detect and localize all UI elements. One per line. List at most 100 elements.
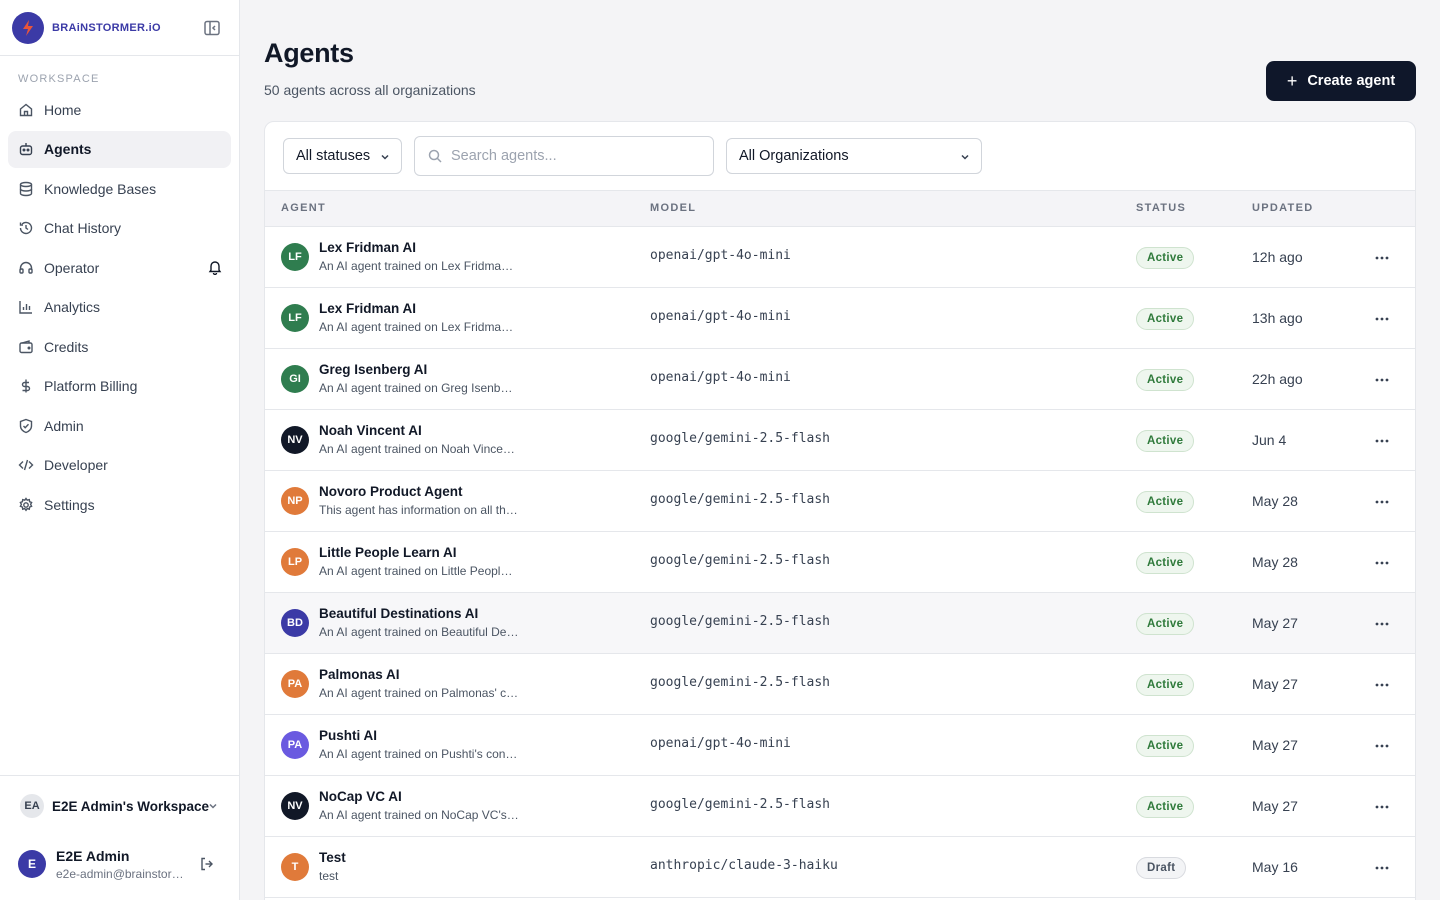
table-row[interactable]: NV NoCap VC AI An AI agent trained on NoCa… — [265, 776, 1415, 837]
shield-icon — [19, 418, 33, 433]
sidebar-footer: EA E2E Admin's Workspace E E2E Admin e2e… — [0, 775, 239, 900]
more-actions-icon[interactable] — [1373, 493, 1391, 511]
agent-name[interactable]: NoCap VC AI — [319, 789, 402, 804]
table-row[interactable]: T Test test anthropic/claude-3-haiku Draft Ma… — [265, 837, 1415, 898]
agent-name[interactable]: Test — [319, 850, 346, 865]
table-row[interactable]: NV Noah Vincent AI An AI agent trained on … — [265, 410, 1415, 471]
more-actions-icon[interactable] — [1373, 676, 1391, 694]
table-row[interactable]: BD Beautiful Destinations AI An AI agent t… — [265, 593, 1415, 654]
sidebar-item-analytics[interactable]: Analytics — [8, 289, 231, 326]
more-actions-icon[interactable] — [1373, 798, 1391, 816]
brand-logo-icon[interactable] — [12, 11, 44, 44]
agent-model: openai/gpt-4o-mini — [650, 370, 791, 385]
sidebar-item-admin[interactable]: Admin — [8, 407, 231, 444]
bell-icon[interactable] — [207, 259, 223, 275]
status-badge: Active — [1136, 247, 1195, 269]
sidebar-item-chat-history[interactable]: Chat History — [8, 210, 231, 247]
agent-description: An AI agent trained on Beautiful Destina… — [319, 625, 519, 639]
agent-model: google/gemini-2.5-flash — [650, 553, 831, 568]
agent-description: An AI agent trained on Greg Isenberg's c… — [319, 381, 519, 395]
brand-name: BRAiNSTORMER.iO — [52, 21, 161, 34]
more-actions-icon[interactable] — [1373, 737, 1391, 755]
database-icon — [19, 181, 33, 196]
collapse-sidebar-icon[interactable] — [203, 19, 221, 37]
sidebar-item-platform-billing[interactable]: Platform Billing — [8, 368, 231, 405]
sidebar-item-operator[interactable]: Operator — [8, 249, 231, 286]
table-header: AGENT MODEL STATUS UPDATED — [265, 191, 1415, 227]
sidebar-nav: Home Agents Knowledge Bases Chat History… — [0, 91, 239, 523]
sidebar-item-label: Agents — [44, 141, 92, 157]
history-icon — [19, 221, 33, 235]
agent-updated: May 27 — [1252, 676, 1298, 692]
agent-name[interactable]: Beautiful Destinations AI — [319, 606, 478, 621]
sidebar-item-home[interactable]: Home — [8, 91, 231, 128]
more-actions-icon[interactable] — [1373, 859, 1391, 877]
agent-model: google/gemini-2.5-flash — [650, 614, 831, 629]
status-badge: Active — [1136, 430, 1195, 452]
agent-name[interactable]: Lex Fridman AI — [319, 301, 416, 316]
avatar[interactable]: E — [18, 850, 46, 878]
column-header-updated[interactable]: UPDATED — [1252, 202, 1313, 214]
column-header-status[interactable]: STATUS — [1136, 202, 1186, 214]
column-header-agent[interactable]: AGENT — [281, 202, 326, 214]
sidebar-item-developer[interactable]: Developer — [8, 447, 231, 484]
sidebar-item-credits[interactable]: Credits — [8, 328, 231, 365]
column-header-model[interactable]: MODEL — [650, 202, 696, 214]
sidebar-item-label: Admin — [44, 417, 84, 434]
sidebar-item-settings[interactable]: Settings — [8, 486, 231, 523]
more-actions-icon[interactable] — [1373, 432, 1391, 450]
sidebar-item-agents[interactable]: Agents — [8, 130, 231, 168]
agent-avatar: LP — [281, 548, 309, 576]
agent-model: google/gemini-2.5-flash — [650, 431, 831, 446]
more-actions-icon[interactable] — [1373, 310, 1391, 328]
home-icon — [19, 103, 33, 116]
agent-avatar: LF — [281, 304, 309, 332]
status-badge: Active — [1136, 552, 1195, 574]
sidebar-item-label: Settings — [44, 496, 95, 513]
status-badge: Active — [1136, 491, 1195, 513]
table-row[interactable]: LP Little People Learn AI An AI agent trai… — [265, 532, 1415, 593]
table-row[interactable]: PA Palmonas AI An AI agent trained on Palm… — [265, 654, 1415, 715]
agent-name[interactable]: Greg Isenberg AI — [319, 362, 427, 377]
agent-avatar: NV — [281, 426, 309, 454]
more-actions-icon[interactable] — [1373, 615, 1391, 633]
chevron-down-icon — [209, 803, 217, 809]
agent-description: This agent has information on all the pr… — [319, 503, 519, 517]
agent-model: openai/gpt-4o-mini — [650, 309, 791, 324]
logout-icon[interactable] — [199, 856, 215, 872]
agent-name[interactable]: Palmonas AI — [319, 667, 400, 682]
user-name: E2E Admin — [56, 847, 130, 864]
workspace-badge: EA — [20, 794, 44, 818]
table-row[interactable]: GI Greg Isenberg AI An AI agent trained on… — [265, 349, 1415, 410]
agent-name[interactable]: Lex Fridman AI — [319, 240, 416, 255]
agent-updated: May 27 — [1252, 737, 1298, 753]
status-badge: Draft — [1136, 857, 1187, 879]
status-filter-select[interactable]: All statuses — [283, 138, 402, 174]
organization-filter-select[interactable]: All Organizations — [726, 138, 982, 174]
create-agent-button[interactable]: + Create agent — [1266, 61, 1416, 101]
sidebar-item-label: Analytics — [44, 299, 101, 315]
agent-model: google/gemini-2.5-flash — [650, 492, 831, 507]
search-box[interactable] — [414, 136, 714, 176]
more-actions-icon[interactable] — [1373, 371, 1391, 389]
table-row[interactable]: LF Lex Fridman AI An AI agent trained on L… — [265, 227, 1415, 288]
agents-table-card: All statuses All Organizations AGENT MOD… — [264, 121, 1416, 900]
more-actions-icon[interactable] — [1373, 249, 1391, 267]
agent-description: An AI agent trained on Little People Lea… — [319, 564, 519, 578]
agent-name[interactable]: Little People Learn AI — [319, 545, 457, 560]
agent-avatar: PA — [281, 731, 309, 759]
code-icon — [18, 459, 34, 471]
table-row[interactable]: PA Pushti AI An AI agent trained on Pushti… — [265, 715, 1415, 776]
agent-name[interactable]: Noah Vincent AI — [319, 423, 422, 438]
agent-updated: 22h ago — [1252, 371, 1303, 387]
more-actions-icon[interactable] — [1373, 554, 1391, 572]
agent-model: google/gemini-2.5-flash — [650, 675, 831, 690]
agent-avatar: NP — [281, 487, 309, 515]
workspace-switcher[interactable]: EA E2E Admin's Workspace — [0, 776, 239, 836]
search-input[interactable] — [451, 148, 691, 164]
agent-name[interactable]: Pushti AI — [319, 728, 377, 743]
agent-name[interactable]: Novoro Product Agent — [319, 484, 463, 499]
sidebar-item-knowledge-bases[interactable]: Knowledge Bases — [8, 170, 231, 207]
table-row[interactable]: NP Novoro Product Agent This agent has inf… — [265, 471, 1415, 532]
table-row[interactable]: LF Lex Fridman AI An AI agent trained on L… — [265, 288, 1415, 349]
